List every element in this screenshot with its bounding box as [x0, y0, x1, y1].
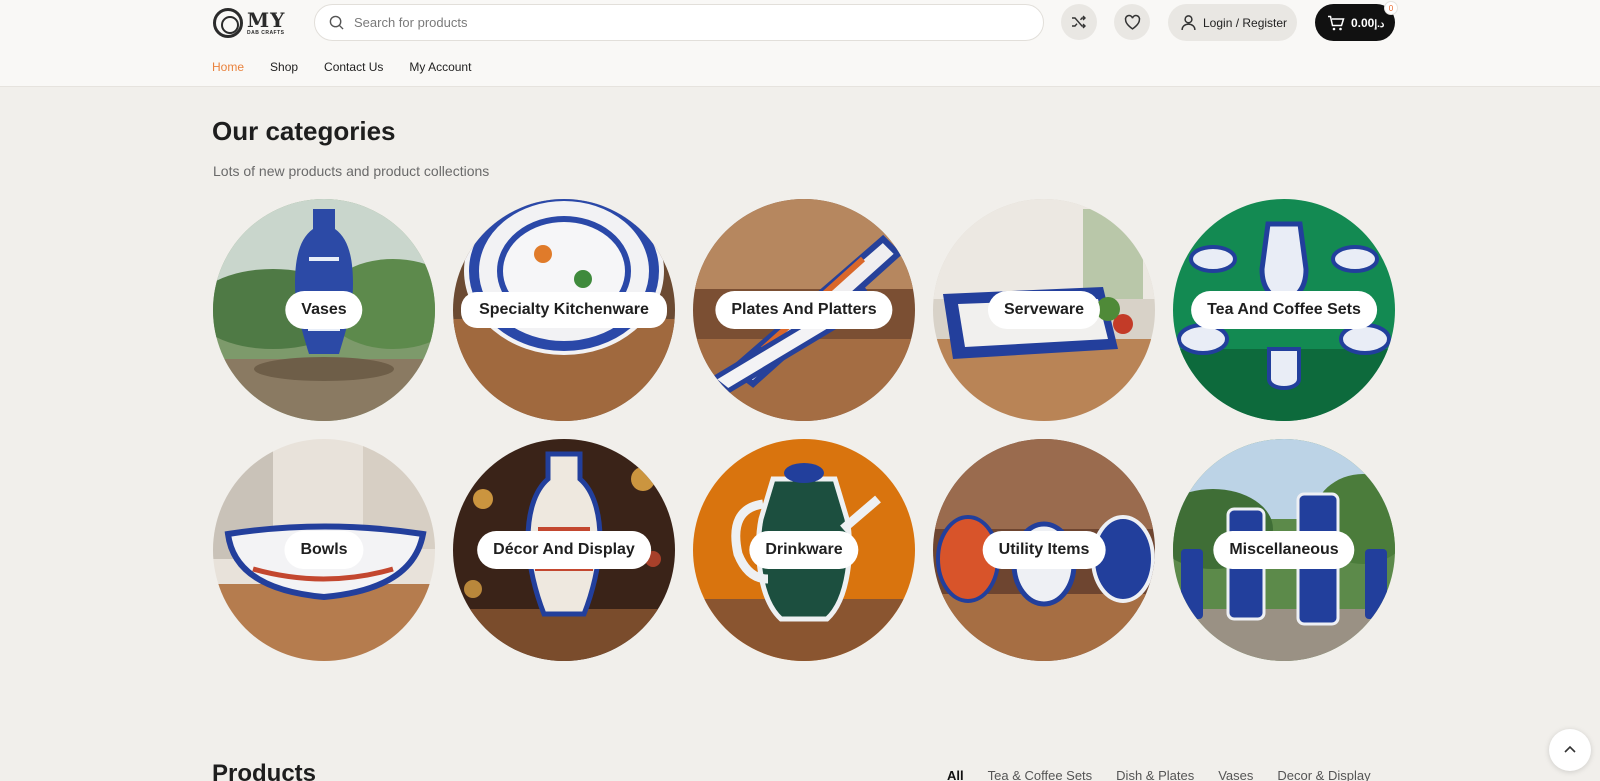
scroll-to-top-button[interactable] — [1549, 729, 1591, 771]
cart-button[interactable]: 0.00د.إ — [1315, 4, 1395, 41]
search-input[interactable] — [354, 15, 997, 30]
category-label: Plates And Platters — [715, 291, 893, 329]
categories-title: Our categories — [212, 116, 396, 146]
tab-decor-display[interactable]: Decor & Display — [1277, 768, 1370, 781]
category-tea-and-coffee-sets[interactable]: Tea And Coffee Sets — [1173, 199, 1395, 421]
tab-dish-plates[interactable]: Dish & Plates — [1116, 768, 1194, 781]
category-label: Miscellaneous — [1213, 531, 1355, 569]
category-vases[interactable]: Vases — [213, 199, 435, 421]
tab-vases[interactable]: Vases — [1218, 768, 1253, 781]
login-label: Login / Register — [1203, 15, 1288, 30]
category-utility-items[interactable]: Utility Items — [933, 439, 1155, 661]
category-label: Tea And Coffee Sets — [1191, 291, 1377, 329]
category-specialty-kitchenware[interactable]: Specialty Kitchenware — [453, 199, 675, 421]
category-bowls[interactable]: Bowls — [213, 439, 435, 661]
wishlist-button[interactable] — [1114, 4, 1150, 40]
nav-shop[interactable]: Shop — [270, 60, 298, 74]
category-miscellaneous[interactable]: Miscellaneous — [1173, 439, 1395, 661]
categories-subtitle: Lots of new products and product collect… — [213, 163, 490, 179]
cart-icon — [1328, 15, 1345, 30]
nav-contact-us[interactable]: Contact Us — [324, 60, 383, 74]
compare-button[interactable] — [1061, 4, 1097, 40]
category-drinkware[interactable]: Drinkware — [693, 439, 915, 661]
category-label: Drinkware — [749, 531, 859, 569]
main-nav: Home Shop Contact Us My Account — [212, 60, 497, 74]
logo-mark-icon — [213, 8, 243, 38]
search-icon — [329, 15, 344, 30]
category-label: Décor And Display — [477, 531, 651, 569]
tab-tea-coffee-sets[interactable]: Tea & Coffee Sets — [988, 768, 1093, 781]
heart-icon — [1124, 14, 1140, 30]
user-icon — [1181, 15, 1196, 31]
chevron-up-icon — [1564, 745, 1576, 753]
product-filter-tabs: All Tea & Coffee Sets Dish & Plates Vase… — [947, 768, 1395, 781]
category-label: Serveware — [987, 291, 1101, 329]
shuffle-icon — [1072, 15, 1086, 29]
category-label: Utility Items — [982, 531, 1106, 569]
category-serveware[interactable]: Serveware — [933, 199, 1155, 421]
category-label: Bowls — [284, 531, 364, 569]
tab-all[interactable]: All — [947, 768, 964, 781]
category-label: Vases — [285, 291, 363, 329]
category-decor-and-display[interactable]: Décor And Display — [453, 439, 675, 661]
nav-my-account[interactable]: My Account — [409, 60, 471, 74]
nav-home[interactable]: Home — [212, 60, 244, 74]
products-title: Products — [212, 760, 317, 781]
login-register-button[interactable]: Login / Register — [1168, 4, 1297, 41]
cart-count-badge: 0 — [1384, 1, 1398, 15]
category-label: Specialty Kitchenware — [461, 292, 667, 328]
search-bar[interactable] — [314, 4, 1044, 41]
logo-subtitle: DAB CRAFTS — [247, 30, 285, 36]
category-plates-and-platters[interactable]: Plates And Platters — [693, 199, 915, 421]
logo-title: MY — [247, 8, 286, 32]
site-logo[interactable]: MY DAB CRAFTS — [213, 6, 295, 40]
cart-total: 0.00د.إ — [1351, 15, 1385, 30]
site-header: MY DAB CRAFTS Login / Register — [0, 0, 1600, 87]
